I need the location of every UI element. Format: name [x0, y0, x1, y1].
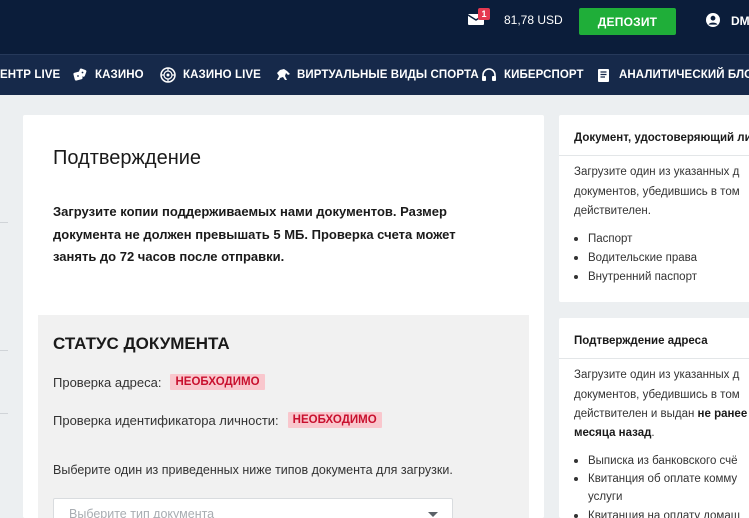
- divider: [0, 350, 8, 351]
- address-status-label: Проверка адреса:: [53, 374, 162, 390]
- list-item: Выписка из банковского счё: [574, 455, 738, 467]
- side-text-line: действителен.: [574, 205, 651, 217]
- bullet: [574, 514, 578, 518]
- list-item: Внутренний паспорт: [574, 271, 697, 283]
- page-title: Подтверждение: [53, 147, 202, 169]
- verification-description: Загрузите копии поддерживаемых нами доку…: [53, 201, 513, 269]
- nav-item-blog[interactable]: АНАЛИТИЧЕСКИЙ БЛОГ: [596, 55, 749, 95]
- side-text-line: документов, убедившись в том: [574, 389, 740, 401]
- nav-item-virtual-sports[interactable]: ВИРТУАЛЬНЫЕ ВИДЫ СПОРТА: [274, 55, 479, 95]
- balance-amount[interactable]: 81,78 USD: [504, 13, 563, 27]
- nav-item-live-center[interactable]: ЕНТР LIVE: [0, 55, 60, 95]
- divider: [0, 222, 8, 223]
- left-sidebar-edge: [0, 95, 22, 518]
- main-nav: ЕНТР LIVE КАЗИНО КАЗИНО LIVE ВИРТУАЛЬНЫЕ…: [0, 54, 749, 95]
- divider: [0, 413, 8, 414]
- list-item: Водительские права: [574, 252, 697, 264]
- list-item-text: Квитанция на оплату домаш: [588, 510, 740, 518]
- dice-icon: [72, 67, 88, 83]
- bullet: [574, 477, 578, 481]
- side-text-line: документов, убедившись в том: [574, 186, 740, 198]
- bullet: [574, 237, 578, 241]
- list-item-continuation: услуги: [588, 491, 623, 503]
- description-line: Загрузите копии поддерживаемых нами доку…: [53, 204, 447, 219]
- address-status-row: Проверка адреса: НЕОБХОДИМО: [53, 374, 265, 390]
- divider: [559, 155, 749, 156]
- bullet: [574, 256, 578, 260]
- nav-label: АНАЛИТИЧЕСКИЙ БЛОГ: [619, 69, 749, 81]
- list-item-text: Внутренний паспорт: [588, 271, 697, 283]
- side-text-line: действителен и выдан не ранее: [574, 408, 747, 420]
- list-item-text: Выписка из банковского счё: [588, 455, 738, 467]
- nav-item-casino-live[interactable]: КАЗИНО LIVE: [160, 55, 261, 95]
- blog-icon: [596, 67, 612, 83]
- nav-label: КАЗИНО LIVE: [183, 69, 261, 81]
- top-header: 1 81,78 USD ДЕПОЗИТ DM: [0, 0, 749, 54]
- nav-label: КАЗИНО: [95, 69, 144, 81]
- deposit-button[interactable]: ДЕПОЗИТ: [579, 8, 676, 35]
- headset-icon: [481, 67, 497, 83]
- list-item: Квитанция об оплате комму: [574, 473, 737, 485]
- side-card-title: Документ, удостоверяющий ли: [574, 132, 749, 144]
- text-span: действителен и выдан: [574, 408, 698, 420]
- nav-label: ЕНТР LIVE: [0, 69, 61, 81]
- identity-document-card: Документ, удостоверяющий ли Загрузите од…: [559, 115, 749, 302]
- list-item-text: Паспорт: [588, 233, 633, 245]
- side-card-title: Подтверждение адреса: [574, 335, 708, 347]
- select-placeholder: Выберите тип документа: [69, 507, 215, 518]
- text-span: месяца назад: [574, 427, 652, 439]
- status-badge: НЕОБХОДИМО: [170, 374, 265, 390]
- list-item-text: Водительские права: [588, 252, 697, 264]
- user-icon[interactable]: [706, 13, 720, 27]
- status-badge: НЕОБХОДИМО: [287, 412, 382, 428]
- user-name[interactable]: DM: [731, 14, 749, 28]
- text-span: .: [651, 427, 655, 439]
- choose-document-text: Выберите один из приведенных ниже типов …: [53, 463, 453, 477]
- document-type-select[interactable]: Выберите тип документа: [53, 498, 453, 518]
- side-text-line: Загрузите один из указанных д: [574, 369, 740, 381]
- horse-icon: [274, 67, 290, 83]
- side-text-line: Загрузите один из указанных д: [574, 166, 740, 178]
- divider: [559, 358, 749, 359]
- identity-status-row: Проверка идентификатора личности: НЕОБХО…: [53, 412, 382, 428]
- text-span: не ранее: [697, 408, 748, 420]
- status-title: СТАТУС ДОКУМЕНТА: [53, 334, 230, 353]
- side-text-line: месяца назад.: [574, 427, 655, 439]
- roulette-icon: [160, 67, 176, 83]
- chevron-down-icon: [428, 512, 438, 517]
- list-item-text: Квитанция об оплате комму: [588, 473, 738, 485]
- list-item: Паспорт: [574, 233, 632, 245]
- bullet: [574, 459, 578, 463]
- list-item: Квитанция на оплату домаш: [574, 510, 740, 518]
- address-proof-card: Подтверждение адреса Загрузите один из у…: [559, 318, 749, 518]
- description-line: занять до 72 часов после отправки.: [53, 249, 285, 264]
- document-status-panel: СТАТУС ДОКУМЕНТА Проверка адреса: НЕОБХО…: [38, 315, 529, 518]
- description-line: документа не должен превышать 5 МБ. Пров…: [53, 226, 456, 242]
- mail-count-badge: 1: [478, 8, 490, 20]
- nav-item-esports[interactable]: КИБЕРСПОРТ: [481, 55, 584, 95]
- nav-item-casino[interactable]: КАЗИНО: [72, 55, 144, 95]
- nav-label: КИБЕРСПОРТ: [504, 69, 584, 81]
- identity-status-label: Проверка идентификатора личности:: [53, 412, 279, 428]
- verification-card: Подтверждение Загрузите копии поддержива…: [23, 115, 544, 518]
- bullet: [574, 275, 578, 279]
- nav-label: ВИРТУАЛЬНЫЕ ВИДЫ СПОРТА: [297, 69, 479, 81]
